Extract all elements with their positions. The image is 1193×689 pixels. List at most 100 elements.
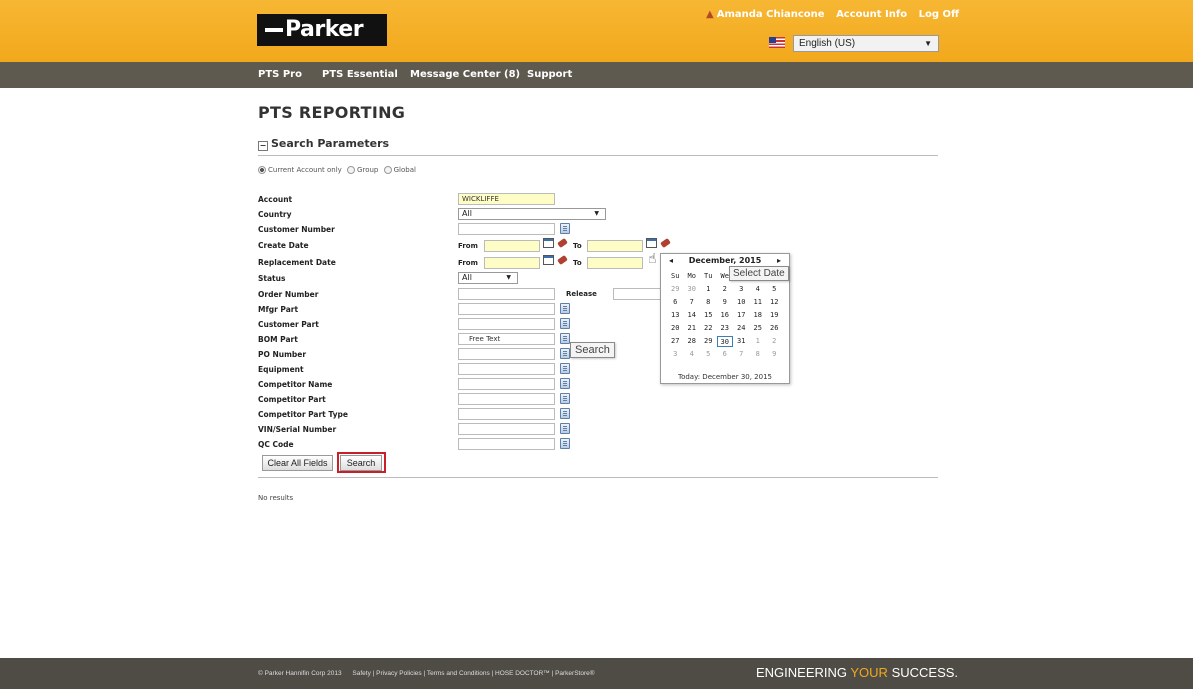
lookup-icon[interactable]: [560, 393, 570, 404]
calendar-day[interactable]: 30: [716, 336, 733, 347]
mfgr-part-input[interactable]: [458, 303, 555, 315]
equipment-input[interactable]: [458, 363, 555, 375]
calendar-day[interactable]: 22: [700, 323, 717, 334]
calendar-day[interactable]: 8: [700, 297, 717, 308]
calendar-day[interactable]: 4: [750, 284, 767, 295]
lookup-icon[interactable]: [560, 348, 570, 359]
calendar-icon[interactable]: [646, 238, 657, 248]
calendar-day[interactable]: 13: [667, 310, 684, 321]
calendar-day[interactable]: 21: [684, 323, 701, 334]
calendar-day[interactable]: 19: [766, 310, 783, 321]
lookup-icon[interactable]: [560, 378, 570, 389]
calendar-day[interactable]: 6: [667, 297, 684, 308]
next-month-icon[interactable]: ▸: [777, 256, 781, 265]
qc-code-input[interactable]: [458, 438, 555, 450]
lookup-icon[interactable]: [560, 408, 570, 419]
weekday-header: Tu: [704, 272, 713, 280]
order-number-input[interactable]: [458, 288, 555, 300]
calendar-day[interactable]: 11: [750, 297, 767, 308]
calendar-day[interactable]: 9: [717, 297, 734, 308]
calendar-day[interactable]: 5: [700, 349, 717, 360]
account-info-link[interactable]: Account Info: [836, 9, 907, 20]
radio-current-account[interactable]: [258, 166, 266, 174]
parker-logo[interactable]: Parker: [257, 14, 387, 46]
nav-item-message-center[interactable]: Message Center (8): [410, 69, 520, 80]
radio-global[interactable]: [383, 166, 392, 174]
clear-date-icon[interactable]: [557, 237, 568, 249]
create-date-to-input[interactable]: [587, 240, 643, 252]
radio-group[interactable]: [347, 166, 356, 174]
calendar-day[interactable]: 15: [700, 310, 717, 321]
calendar-day[interactable]: 17: [733, 310, 750, 321]
bom-part-input[interactable]: Free Text: [458, 333, 555, 345]
calendar-day[interactable]: 20: [667, 323, 684, 334]
calendar-day[interactable]: 5: [766, 284, 783, 295]
footer-link-list[interactable]: Safety | Privacy Policies | Terms and Co…: [352, 670, 594, 677]
calendar-day[interactable]: 8: [750, 349, 767, 360]
lookup-icon[interactable]: [560, 363, 570, 374]
calendar-day[interactable]: 23: [717, 323, 734, 334]
calendar-day[interactable]: 1: [700, 284, 717, 295]
create-date-from-input[interactable]: [484, 240, 540, 252]
calendar-day[interactable]: 10: [733, 297, 750, 308]
lookup-icon[interactable]: [560, 438, 570, 449]
lookup-icon[interactable]: [560, 333, 570, 344]
calendar-day[interactable]: 16: [717, 310, 734, 321]
calendar-day[interactable]: 9: [766, 349, 783, 360]
calendar-day[interactable]: 29: [667, 284, 684, 295]
competitor-part-input[interactable]: [458, 393, 555, 405]
calendar-day[interactable]: 4: [684, 349, 701, 360]
lookup-icon[interactable]: [560, 303, 570, 314]
calendar-day[interactable]: 24: [733, 323, 750, 334]
prev-month-icon[interactable]: ◂: [669, 256, 673, 265]
log-off-link[interactable]: Log Off: [919, 9, 959, 20]
select-date-tooltip: Select Date: [729, 266, 789, 281]
today-link[interactable]: Today: December 30, 2015: [661, 373, 789, 381]
nav-item-pts-pro[interactable]: PTS Pro: [258, 69, 302, 80]
calendar-icon[interactable]: [543, 238, 554, 248]
account-input[interactable]: WICKLIFFE: [458, 193, 555, 205]
lookup-icon[interactable]: [560, 423, 570, 434]
customer-part-input[interactable]: [458, 318, 555, 330]
calendar-day[interactable]: 25: [750, 323, 767, 334]
calendar-day[interactable]: 29: [700, 336, 717, 347]
calendar-day[interactable]: 30: [684, 284, 701, 295]
calendar-day[interactable]: 18: [750, 310, 767, 321]
calendar-day[interactable]: 14: [684, 310, 701, 321]
calendar-day[interactable]: 31: [733, 336, 750, 347]
replacement-date-from-input[interactable]: [484, 257, 540, 269]
calendar-day[interactable]: 2: [766, 336, 783, 347]
calendar-day[interactable]: 26: [766, 323, 783, 334]
calendar-day[interactable]: 3: [667, 349, 684, 360]
calendar-day[interactable]: 27: [667, 336, 684, 347]
calendar-icon[interactable]: [543, 255, 554, 265]
clear-all-fields-button[interactable]: Clear All Fields: [262, 455, 333, 471]
customer-number-input[interactable]: [458, 223, 555, 235]
calendar-day[interactable]: 28: [684, 336, 701, 347]
clear-date-icon[interactable]: [557, 254, 568, 266]
calendar-day[interactable]: 3: [733, 284, 750, 295]
calendar-day[interactable]: 1: [750, 336, 767, 347]
calendar-day[interactable]: 7: [733, 349, 750, 360]
collapse-toggle-icon[interactable]: −: [258, 141, 268, 151]
lookup-icon[interactable]: [560, 318, 570, 329]
competitor-name-input[interactable]: [458, 378, 555, 390]
calendar-day[interactable]: 12: [766, 297, 783, 308]
calendar-day[interactable]: 7: [684, 297, 701, 308]
replacement-date-to-input[interactable]: [587, 257, 643, 269]
vin-serial-number-input[interactable]: [458, 423, 555, 435]
po-number-input[interactable]: [458, 348, 555, 360]
calendar-day[interactable]: 6: [717, 349, 734, 360]
nav-item-pts-essential[interactable]: PTS Essential: [322, 69, 398, 80]
clear-date-icon[interactable]: [660, 237, 671, 249]
release-input[interactable]: [613, 288, 663, 300]
lookup-icon[interactable]: [560, 223, 570, 234]
search-parameters-header[interactable]: − Search Parameters: [258, 137, 389, 151]
calendar-day[interactable]: 2: [717, 284, 734, 295]
nav-item-support[interactable]: Support: [527, 69, 572, 80]
language-select[interactable]: English (US) ▼: [793, 35, 939, 52]
country-select[interactable]: All ▼: [458, 208, 606, 220]
competitor-part-type-input[interactable]: [458, 408, 555, 420]
user-name[interactable]: Amanda Chiancone: [717, 9, 825, 20]
status-select[interactable]: All ▼: [458, 272, 518, 284]
